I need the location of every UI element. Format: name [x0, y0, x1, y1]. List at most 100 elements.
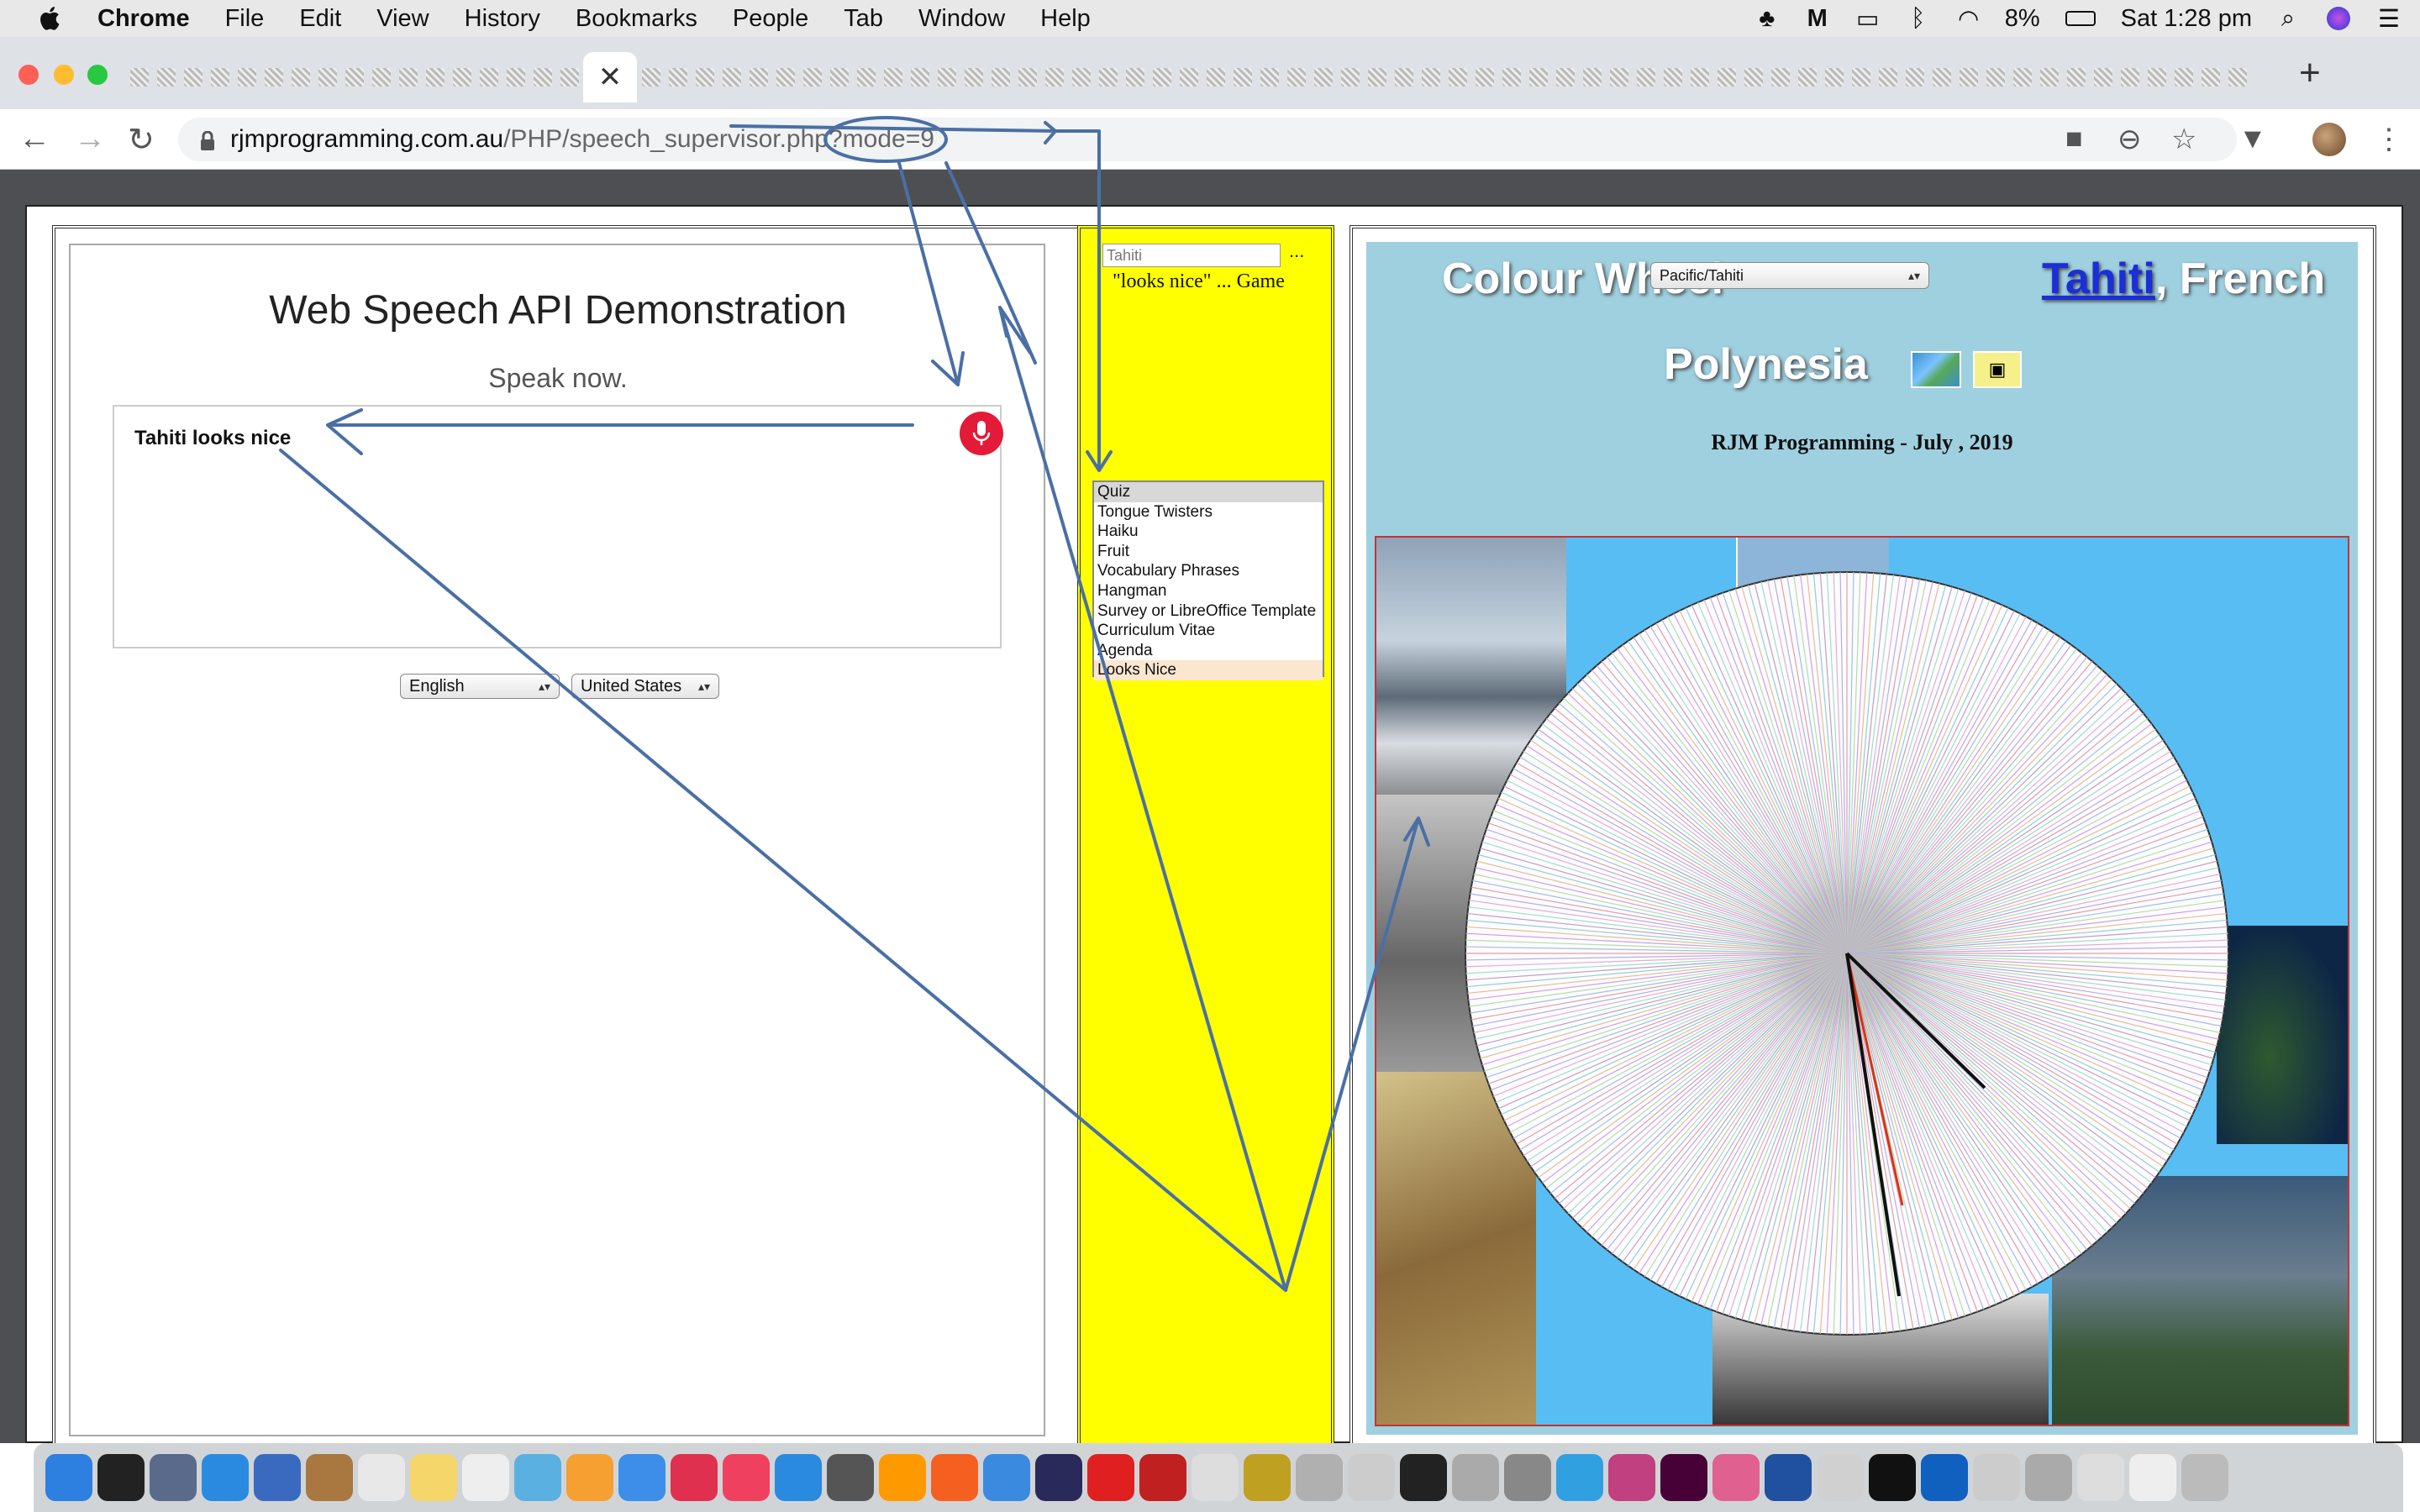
browser-tab[interactable]	[1014, 60, 1040, 94]
camera-blocked-icon[interactable]: ■	[2065, 123, 2083, 155]
microphone-button[interactable]	[960, 412, 1003, 455]
browser-tab[interactable]	[1740, 60, 1766, 94]
browser-tab[interactable]	[1525, 60, 1551, 94]
dock-app-icon[interactable]	[462, 1454, 509, 1501]
browser-tab[interactable]	[2063, 60, 2089, 94]
dock-app-icon[interactable]	[671, 1454, 718, 1501]
language-select[interactable]: English ▴▾	[400, 674, 560, 699]
browser-tab[interactable]	[934, 60, 960, 94]
dock-app-icon[interactable]	[879, 1454, 926, 1501]
dock-app-icon[interactable]	[983, 1454, 1030, 1501]
dock-app-icon[interactable]	[1504, 1454, 1551, 1501]
list-item[interactable]: Curriculum Vitae	[1094, 621, 1323, 641]
apple-menu-icon[interactable]	[34, 3, 67, 34]
airplay-icon[interactable]: ▭	[1854, 4, 1882, 33]
timezone-select[interactable]: Pacific/Tahiti ▴▾	[1650, 262, 1929, 289]
minimize-window-button[interactable]	[54, 65, 74, 85]
list-item[interactable]: Survey or LibreOffice Template	[1094, 601, 1323, 622]
menu-view[interactable]: View	[376, 5, 429, 33]
browser-tab[interactable]	[1068, 60, 1094, 94]
back-button[interactable]: ←	[18, 121, 50, 157]
dock-app-icon[interactable]	[566, 1454, 613, 1501]
browser-tab[interactable]	[1310, 60, 1336, 94]
browser-tab[interactable]	[1848, 60, 1874, 94]
browser-tab[interactable]	[2009, 60, 2035, 94]
browser-tab[interactable]	[2090, 60, 2116, 94]
dock-app-icon[interactable]	[2129, 1454, 2176, 1501]
menu-app-chrome[interactable]: Chrome	[97, 5, 190, 33]
spotlight-search-icon[interactable]: ⌕	[2274, 4, 2302, 33]
menu-tab[interactable]: Tab	[844, 5, 883, 33]
browser-tab[interactable]	[529, 60, 555, 94]
close-tab-icon[interactable]: ✕	[598, 60, 623, 94]
dock-app-icon[interactable]	[1869, 1454, 1916, 1501]
dock-app-icon[interactable]	[1452, 1454, 1499, 1501]
dock-app-icon[interactable]	[45, 1454, 92, 1501]
dock-app-icon[interactable]	[1921, 1454, 1968, 1501]
browser-tab[interactable]	[2224, 60, 2250, 94]
list-item[interactable]: Tongue Twisters	[1094, 502, 1323, 522]
dock-app-icon[interactable]	[827, 1454, 874, 1501]
lock-icon[interactable]	[200, 129, 215, 150]
browser-tab[interactable]	[692, 60, 718, 94]
clock[interactable]: Sat 1:28 pm	[2121, 5, 2252, 33]
browser-tab[interactable]	[1202, 60, 1228, 94]
dock-app-icon[interactable]	[931, 1454, 978, 1501]
bookmark-star-icon[interactable]: ☆	[2171, 123, 2196, 156]
dock-app-icon[interactable]	[306, 1454, 353, 1501]
list-item[interactable]: Vocabulary Phrases	[1094, 561, 1323, 581]
dock-app-icon[interactable]	[514, 1454, 561, 1501]
list-item[interactable]: Haiku	[1094, 522, 1323, 542]
profile-avatar[interactable]	[2312, 123, 2346, 156]
browser-tab[interactable]	[745, 60, 771, 94]
list-item[interactable]: Hangman	[1094, 581, 1323, 601]
browser-tab[interactable]	[476, 60, 502, 94]
dock-app-icon[interactable]	[1608, 1454, 1655, 1501]
browser-tab[interactable]	[422, 60, 448, 94]
dock-app-icon[interactable]	[1087, 1454, 1134, 1501]
dock-app-icon[interactable]	[1035, 1454, 1082, 1501]
browser-tab[interactable]	[1471, 60, 1497, 94]
browser-tab[interactable]	[1176, 60, 1202, 94]
browser-tab[interactable]	[1713, 60, 1739, 94]
menu-bookmarks[interactable]: Bookmarks	[576, 5, 697, 33]
browser-tab[interactable]	[1418, 60, 1444, 94]
list-item[interactable]: Fruit	[1094, 542, 1323, 562]
dock-app-icon[interactable]	[775, 1454, 822, 1501]
topic-input[interactable]	[1102, 244, 1281, 267]
dock-app-icon[interactable]	[1712, 1454, 1760, 1501]
browser-tab[interactable]	[368, 60, 394, 94]
browser-tab[interactable]	[1444, 60, 1470, 94]
zoom-window-button[interactable]	[87, 65, 108, 85]
zoom-icon[interactable]: ⊖	[2118, 123, 2142, 156]
transcript-box[interactable]: Tahiti looks nice	[113, 405, 1002, 648]
battery-icon[interactable]	[2062, 4, 2099, 33]
browser-tab[interactable]	[1498, 60, 1524, 94]
dock-app-icon[interactable]	[2077, 1454, 2124, 1501]
more-menu-icon[interactable]: ⋮	[2375, 123, 2403, 156]
browser-tab[interactable]	[1095, 60, 1121, 94]
list-item[interactable]: Agenda	[1094, 641, 1323, 661]
battery-percent[interactable]: 8%	[2005, 5, 2040, 33]
browser-tab[interactable]	[1982, 60, 2008, 94]
browser-tab[interactable]	[2170, 60, 2196, 94]
browser-tab[interactable]	[1337, 60, 1363, 94]
dock-app-icon[interactable]	[358, 1454, 405, 1501]
map-icon[interactable]	[1911, 351, 1961, 388]
browser-tab[interactable]	[987, 60, 1013, 94]
dock-app-icon[interactable]	[618, 1454, 666, 1501]
address-bar[interactable]: rjmprogramming.com.au /PHP/speech_superv…	[178, 118, 2237, 161]
browser-tab[interactable]	[1767, 60, 1793, 94]
browser-tab[interactable]	[126, 60, 152, 94]
malwarebytes-icon[interactable]: M	[1803, 4, 1832, 33]
browser-tab[interactable]	[1041, 60, 1067, 94]
notification-center-icon[interactable]: ☰	[2375, 4, 2403, 33]
camera-icon[interactable]: ▣	[1973, 351, 2022, 388]
menu-help[interactable]: Help	[1040, 5, 1091, 33]
browser-tab[interactable]	[826, 60, 852, 94]
browser-tab[interactable]	[1229, 60, 1255, 94]
wifi-icon[interactable]: ◠	[1954, 4, 1983, 33]
browser-tab[interactable]	[1552, 60, 1578, 94]
browser-tab[interactable]	[287, 60, 313, 94]
siri-icon[interactable]	[2324, 4, 2353, 33]
